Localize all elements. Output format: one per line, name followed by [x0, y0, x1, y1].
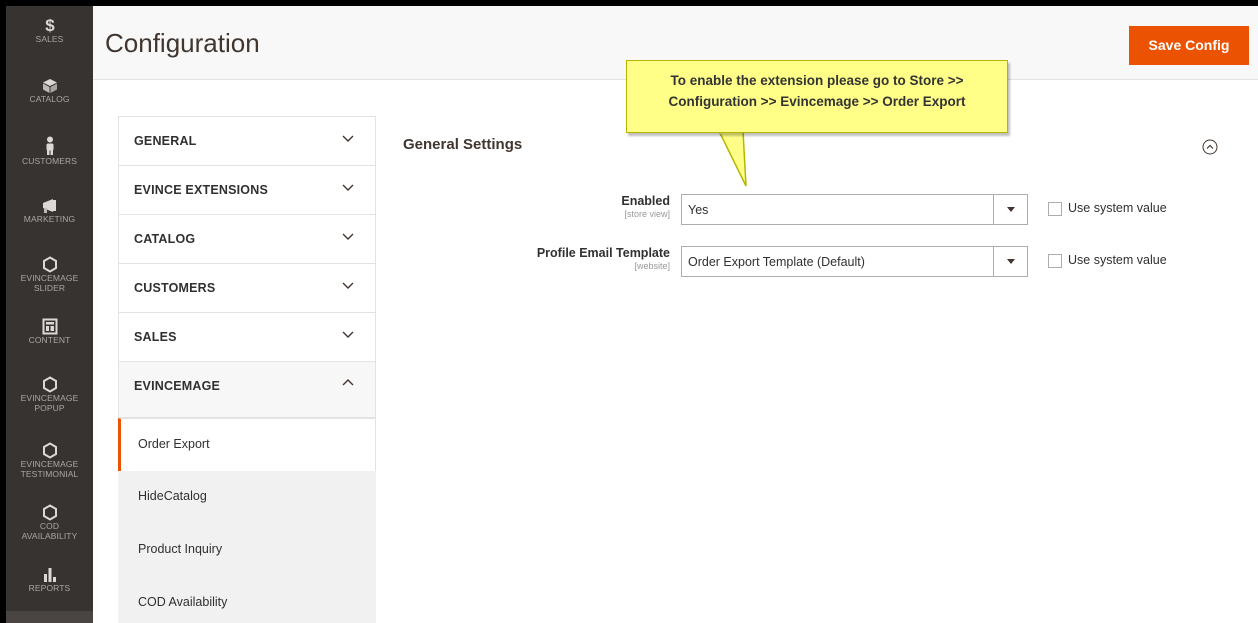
chevron-down-icon	[342, 184, 354, 191]
tab-label: EVINCE EXTENSIONS	[134, 183, 268, 197]
sidebar-item-marketing[interactable]: MARKETING	[6, 198, 93, 224]
tab-item-label: HideCatalog	[138, 489, 207, 503]
field-label-text: Enabled	[621, 194, 670, 208]
sidebar-item-catalog[interactable]: CATALOG	[6, 78, 93, 104]
tab-item-label: COD Availability	[138, 595, 228, 609]
chevron-down-icon	[342, 331, 354, 338]
chevron-down-icon	[342, 135, 354, 142]
field-enabled: Enabled [store view] Yes Use system valu…	[406, 194, 1206, 234]
chevron-down-icon	[342, 233, 354, 240]
tab-item-label: Product Inquiry	[138, 542, 223, 556]
tab-label: GENERAL	[134, 134, 197, 148]
sidebar-item-stores[interactable]	[6, 611, 93, 623]
sidebar-item-label-line2: POPUP	[34, 403, 65, 413]
callout-pointer	[718, 131, 747, 187]
dollar-icon: $	[45, 16, 55, 34]
sidebar-item-label-line2: AVAILABILITY	[21, 531, 78, 541]
select-value: Yes	[688, 203, 709, 217]
hexagon-icon	[42, 504, 57, 521]
tab-label: CUSTOMERS	[134, 281, 216, 295]
tab-label: CATALOG	[134, 232, 196, 246]
callout-text-line2: Configuration >> Evincemage >> Order Exp…	[668, 94, 966, 109]
field-label: Enabled [store view]	[621, 194, 670, 219]
sidebar-item-label: REPORTS	[28, 583, 71, 593]
profile-email-template-select[interactable]: Order Export Template (Default)	[681, 246, 1028, 277]
config-tabs: GENERAL EVINCE EXTENSIONS CATALOG CUSTOM…	[118, 116, 376, 623]
sidebar-item-reports[interactable]: REPORTS	[6, 566, 93, 593]
tab-general[interactable]: GENERAL	[118, 116, 376, 165]
svg-text:$: $	[45, 16, 55, 34]
field-label: Profile Email Template [website]	[537, 246, 670, 271]
sidebar-item-label: MARKETING	[23, 214, 76, 224]
sidebar-item-label-line1: EVINCEMAGE	[20, 273, 79, 283]
megaphone-icon	[42, 199, 56, 213]
page-title: Configuration	[105, 28, 260, 58]
hexagon-icon	[42, 256, 57, 273]
section-title[interactable]: General Settings	[403, 136, 522, 153]
tab-item-label: Order Export	[138, 437, 210, 451]
tab-item-product-inquiry[interactable]: Product Inquiry	[118, 524, 376, 577]
dropdown-arrow-icon	[993, 195, 1027, 224]
bar-chart-icon	[43, 568, 56, 582]
field-profile-email-template: Profile Email Template [website] Order E…	[406, 246, 1206, 286]
person-icon	[46, 136, 53, 155]
save-config-button[interactable]: Save Config	[1129, 26, 1249, 65]
hexagon-icon	[42, 442, 57, 459]
field-scope: [store view]	[624, 209, 670, 219]
tab-customers[interactable]: CUSTOMERS	[118, 263, 376, 312]
use-system-value-checkbox[interactable]	[1048, 202, 1062, 216]
tab-divider	[118, 410, 376, 418]
tab-item-cod-availability[interactable]: COD Availability	[118, 577, 376, 623]
sidebar-item-label-line1: EVINCEMAGE	[20, 459, 79, 469]
tab-evince-extensions[interactable]: EVINCE EXTENSIONS	[118, 165, 376, 214]
tab-item-hidecatalog[interactable]: HideCatalog	[118, 471, 376, 524]
sidebar-item-label-line1: COD	[39, 521, 60, 531]
tab-label: SALES	[134, 330, 177, 344]
sidebar-item-label: SALES	[35, 34, 64, 44]
chevron-down-icon	[342, 282, 354, 289]
tab-evincemage[interactable]: EVINCEMAGE	[118, 361, 376, 410]
enabled-select[interactable]: Yes	[681, 194, 1028, 225]
sidebar-item-customers[interactable]: CUSTOMERS	[6, 136, 93, 166]
sidebar-item-evincemage-slider[interactable]: EVINCEMAGE SLIDER	[6, 256, 93, 293]
sidebar-item-label: CONTENT	[28, 335, 71, 345]
sidebar-item-content[interactable]: CONTENT	[6, 318, 93, 345]
checkbox-label[interactable]: Use system value	[1068, 201, 1167, 215]
callout-annotation: To enable the extension please go to Sto…	[626, 60, 1008, 133]
tab-catalog[interactable]: CATALOG	[118, 214, 376, 263]
sidebar-item-label: CUSTOMERS	[21, 156, 78, 166]
cube-icon	[42, 79, 57, 93]
sidebar-item-label-line2: TESTIMONIAL	[20, 469, 79, 479]
field-label-text: Profile Email Template	[536, 246, 670, 260]
hexagon-icon	[42, 376, 57, 393]
callout-text-line1: To enable the extension please go to Sto…	[670, 73, 964, 88]
use-system-value-checkbox[interactable]	[1048, 254, 1062, 268]
layout-icon	[42, 318, 57, 335]
admin-sidebar: $ SALES CATALOG CUSTOMERS MARKETING EVIN…	[6, 6, 93, 623]
sidebar-item-label-line2: SLIDER	[33, 283, 66, 293]
field-scope: [website]	[634, 261, 670, 271]
admin-window: $ SALES CATALOG CUSTOMERS MARKETING EVIN…	[6, 6, 1258, 623]
sidebar-item-evincemage-testimonial[interactable]: EVINCEMAGE TESTIMONIAL	[6, 442, 93, 479]
sidebar-item-evincemage-popup[interactable]: EVINCEMAGE POPUP	[6, 376, 93, 413]
tab-sales[interactable]: SALES	[118, 312, 376, 361]
chevron-up-icon	[342, 379, 354, 386]
tab-label: EVINCEMAGE	[134, 379, 221, 393]
sidebar-item-sales[interactable]: $ SALES	[6, 16, 93, 44]
collapse-section-icon[interactable]	[1202, 139, 1218, 155]
sidebar-item-label-line1: EVINCEMAGE	[20, 393, 79, 403]
select-value: Order Export Template (Default)	[688, 255, 865, 269]
dropdown-arrow-icon	[993, 247, 1027, 276]
checkbox-label[interactable]: Use system value	[1068, 253, 1167, 267]
sidebar-item-label: CATALOG	[29, 94, 70, 104]
tab-item-order-export[interactable]: Order Export	[118, 418, 376, 471]
sidebar-item-cod-availability[interactable]: COD AVAILABILITY	[6, 504, 93, 541]
